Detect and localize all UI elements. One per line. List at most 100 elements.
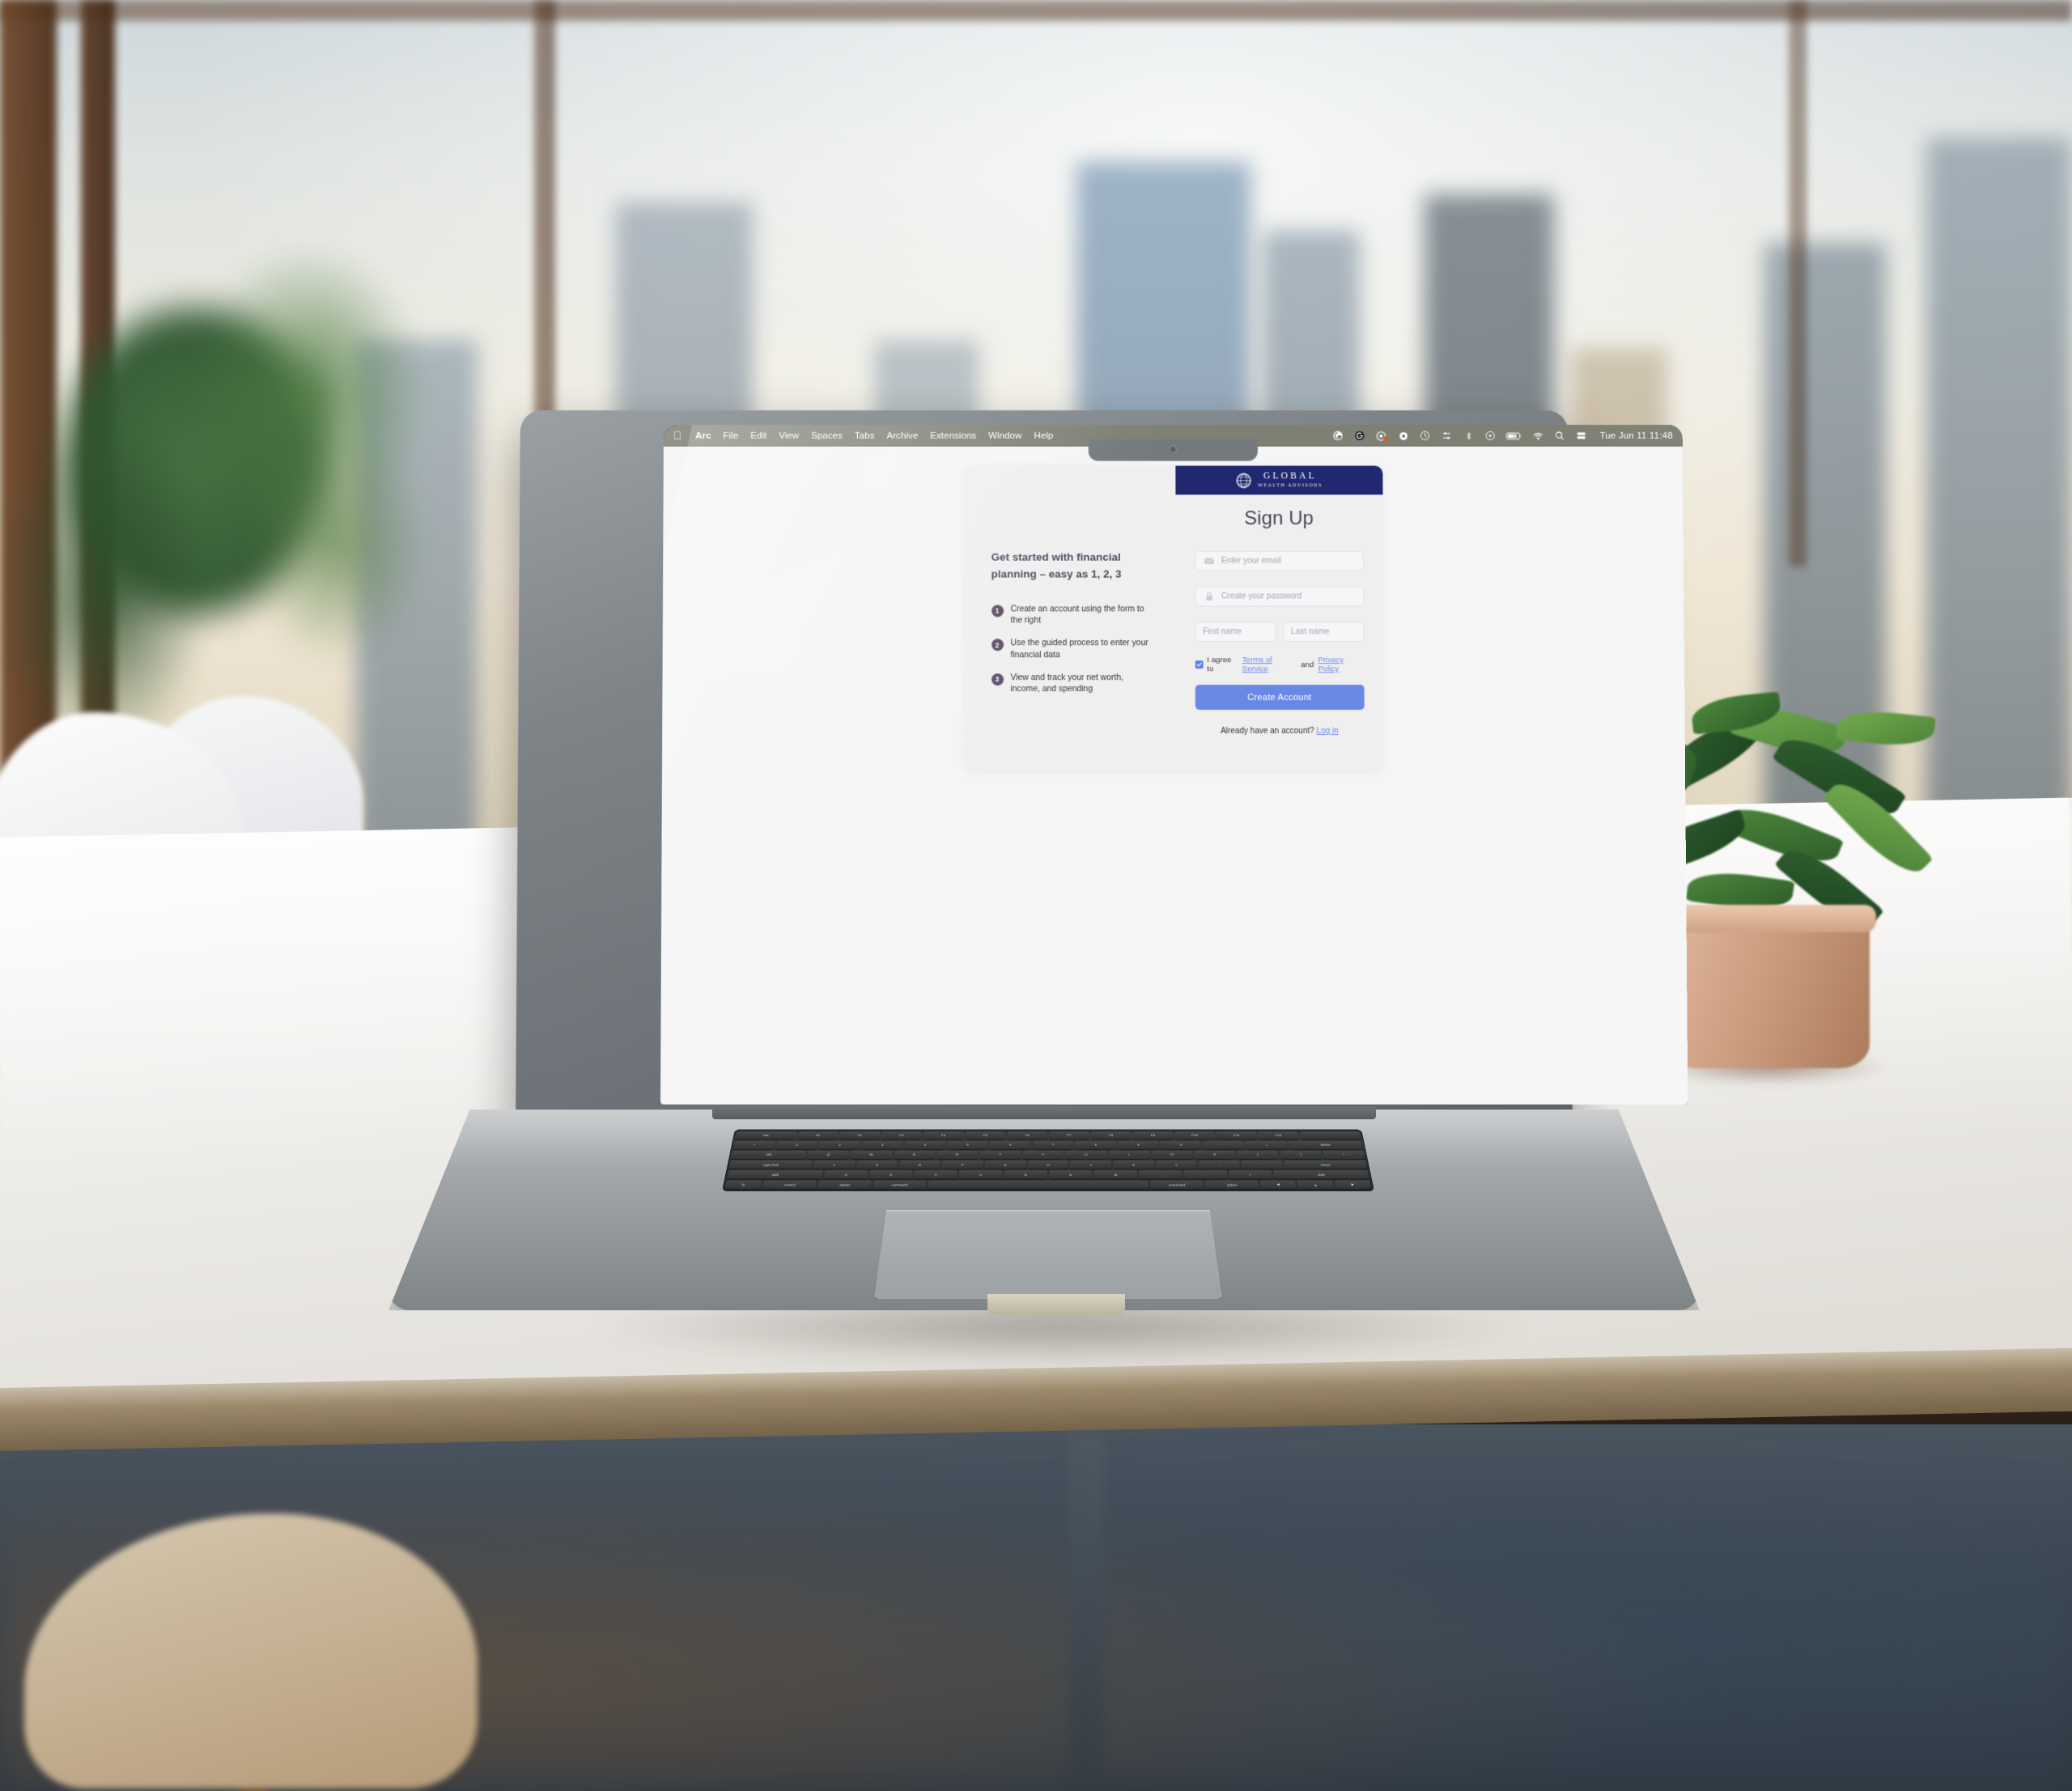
now-playing-icon[interactable] bbox=[1484, 430, 1497, 442]
keyboard-key[interactable]: Q bbox=[807, 1150, 850, 1160]
keyboard-key[interactable]: / bbox=[1228, 1170, 1273, 1179]
grammarly-icon[interactable] bbox=[1332, 430, 1344, 442]
screen-recording-icon[interactable] bbox=[1376, 430, 1388, 442]
menu-bar-clock[interactable]: Tue Jun 11 11:48 bbox=[1598, 431, 1673, 440]
arc-icon[interactable] bbox=[1398, 430, 1410, 442]
keyboard[interactable]: esc F1 F2 F3 F4 F5 F6 F7 F8 F9 F10 F11 F12 ~1 2 3 4 5 6 7 8 9… bbox=[721, 1129, 1375, 1191]
keyboard-key[interactable]: B bbox=[1004, 1170, 1047, 1179]
keyboard-key[interactable]: Y bbox=[1022, 1150, 1064, 1160]
keyboard-key[interactable]: \ bbox=[1322, 1150, 1365, 1160]
keyboard-key[interactable]: . bbox=[1183, 1170, 1228, 1179]
bluetooth-icon[interactable] bbox=[1463, 430, 1475, 442]
keyboard-key[interactable]: esc bbox=[735, 1131, 797, 1140]
battery-charging-icon[interactable] bbox=[1506, 430, 1522, 442]
keyboard-key[interactable]: T bbox=[979, 1150, 1021, 1160]
keyboard-key[interactable]: G bbox=[984, 1160, 1026, 1169]
keyboard-key[interactable] bbox=[1299, 1131, 1361, 1140]
keyboard-key[interactable]: P bbox=[1194, 1150, 1237, 1160]
menu-item-tabs[interactable]: Tabs bbox=[855, 431, 875, 440]
keyboard-key[interactable]: ] bbox=[1279, 1150, 1323, 1160]
keyboard-key[interactable]: N bbox=[1049, 1170, 1093, 1179]
menu-item-view[interactable]: View bbox=[779, 431, 799, 440]
keyboard-key[interactable]: tab bbox=[731, 1150, 807, 1160]
keyboard-key[interactable]: M bbox=[1093, 1170, 1138, 1179]
keyboard-key[interactable]: option bbox=[1204, 1180, 1259, 1190]
keyboard-key[interactable]: 3 bbox=[861, 1140, 903, 1149]
keyboard-key[interactable]: Z bbox=[823, 1170, 868, 1179]
privacy-policy-link[interactable]: Privacy Policy bbox=[1318, 656, 1364, 673]
keyboard-key[interactable]: S bbox=[856, 1160, 898, 1169]
keyboard-key[interactable]: K bbox=[1113, 1160, 1155, 1169]
clock-icon[interactable] bbox=[1419, 430, 1431, 442]
display-icon[interactable] bbox=[1576, 430, 1588, 442]
keyboard-key[interactable]: F5 bbox=[965, 1131, 1006, 1140]
keyboard-key[interactable]: F bbox=[941, 1160, 983, 1169]
create-account-button[interactable]: Create Account bbox=[1195, 685, 1365, 711]
keyboard-key[interactable]: F7 bbox=[1049, 1131, 1089, 1140]
terms-of-service-link[interactable]: Terms of Service bbox=[1242, 656, 1297, 673]
keyboard-key[interactable]: E bbox=[893, 1150, 936, 1160]
keyboard-key[interactable]: F3 bbox=[881, 1131, 923, 1140]
keyboard-key[interactable]: F4 bbox=[923, 1131, 964, 1140]
control-center-icon[interactable] bbox=[1441, 430, 1453, 442]
keyboard-key[interactable]: D bbox=[898, 1160, 941, 1169]
keyboard-key[interactable]: H bbox=[1027, 1160, 1069, 1169]
keyboard-key[interactable]: U bbox=[1065, 1150, 1107, 1160]
menu-item-arc[interactable]: Arc bbox=[695, 431, 711, 440]
search-icon[interactable] bbox=[1554, 430, 1566, 442]
keyboard-key[interactable]: ~ bbox=[732, 1140, 776, 1149]
first-name-field[interactable]: First name bbox=[1195, 622, 1276, 643]
keyboard-key[interactable]: V bbox=[958, 1170, 1003, 1179]
password-field[interactable]: Create your password bbox=[1195, 586, 1364, 607]
keyboard-key[interactable]: C bbox=[914, 1170, 958, 1179]
last-name-field[interactable]: Last name bbox=[1282, 622, 1364, 643]
keyboard-key[interactable]: control bbox=[762, 1180, 817, 1190]
keyboard-key[interactable]: 6 bbox=[989, 1140, 1031, 1149]
keyboard-key[interactable]: 1 bbox=[775, 1140, 818, 1149]
keyboard-key[interactable]: A bbox=[813, 1160, 856, 1169]
keyboard-key[interactable]: ; bbox=[1198, 1160, 1241, 1169]
keyboard-key[interactable]: 5 bbox=[947, 1140, 989, 1149]
keyboard-key[interactable]: W bbox=[850, 1150, 893, 1160]
keyboard-key[interactable]: X bbox=[868, 1170, 913, 1179]
trackpad[interactable] bbox=[874, 1210, 1222, 1299]
keyboard-key[interactable]: 9 bbox=[1118, 1140, 1160, 1149]
keyboard-key[interactable]: caps lock bbox=[728, 1160, 813, 1169]
menu-item-file[interactable]: File bbox=[723, 431, 738, 440]
email-field[interactable]: Enter your email bbox=[1194, 550, 1364, 571]
menu-item-extensions[interactable]: Extensions bbox=[930, 431, 976, 440]
keyboard-key[interactable] bbox=[928, 1180, 1149, 1190]
keyboard-key[interactable]: ▶ bbox=[1334, 1180, 1372, 1190]
keyboard-key[interactable]: [ bbox=[1237, 1150, 1280, 1160]
keyboard-key[interactable]: command bbox=[873, 1180, 928, 1190]
keyboard-key[interactable]: shift bbox=[1272, 1170, 1369, 1179]
menu-item-help[interactable]: Help bbox=[1034, 431, 1054, 440]
keyboard-key[interactable]: ' bbox=[1241, 1160, 1284, 1169]
keyboard-key[interactable]: F8 bbox=[1090, 1131, 1132, 1140]
keyboard-key[interactable]: F1 bbox=[796, 1131, 839, 1140]
keyboard-key[interactable]: 0 bbox=[1160, 1140, 1203, 1149]
terms-checkbox[interactable] bbox=[1195, 660, 1204, 669]
keyboard-key[interactable]: ▲ bbox=[1297, 1180, 1335, 1190]
keyboard-key[interactable]: F9 bbox=[1132, 1131, 1174, 1140]
keyboard-key[interactable]: option bbox=[817, 1180, 873, 1190]
keyboard-key[interactable]: F6 bbox=[1007, 1131, 1047, 1140]
logitech-icon[interactable] bbox=[1354, 430, 1366, 442]
menu-item-spaces[interactable]: Spaces bbox=[811, 431, 843, 440]
keyboard-key[interactable]: F2 bbox=[839, 1131, 881, 1140]
keyboard-key[interactable]: I bbox=[1108, 1150, 1150, 1160]
keyboard-key[interactable]: 4 bbox=[904, 1140, 946, 1149]
keyboard-key[interactable]: , bbox=[1138, 1170, 1182, 1179]
keyboard-key[interactable]: delete bbox=[1288, 1140, 1364, 1149]
keyboard-key[interactable]: O bbox=[1151, 1150, 1193, 1160]
keyboard-key[interactable]: return bbox=[1284, 1160, 1368, 1169]
keyboard-key[interactable]: fn bbox=[724, 1180, 762, 1190]
keyboard-key[interactable]: F12 bbox=[1258, 1131, 1300, 1140]
keyboard-key[interactable]: 8 bbox=[1075, 1140, 1117, 1149]
keyboard-key[interactable]: J bbox=[1070, 1160, 1112, 1169]
keyboard-key[interactable]: 2 bbox=[818, 1140, 861, 1149]
menu-item-window[interactable]: Window bbox=[988, 431, 1021, 440]
menu-item-edit[interactable]: Edit bbox=[750, 431, 766, 440]
keyboard-key[interactable]: = bbox=[1245, 1140, 1288, 1149]
log-in-link[interactable]: Log in bbox=[1316, 727, 1338, 736]
